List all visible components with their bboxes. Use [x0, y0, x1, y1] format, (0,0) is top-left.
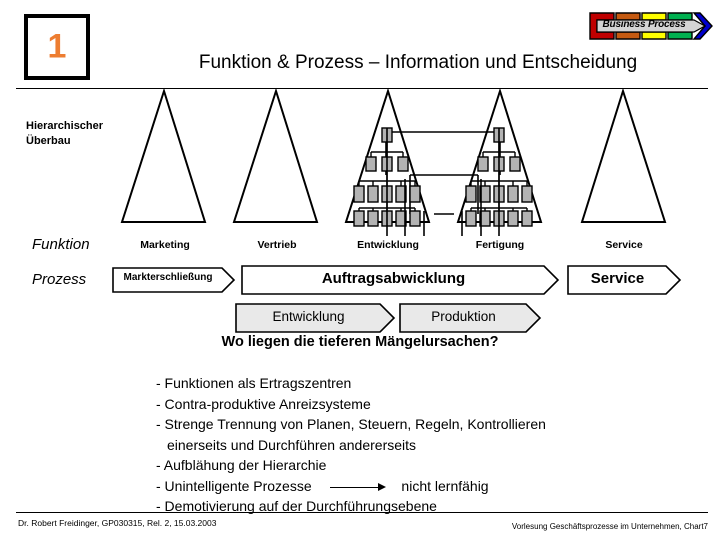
process-label-auftragsabwicklung: Auftragsabwicklung: [321, 270, 466, 287]
list-item: - Strenge Trennung von Planen, Steuern, …: [156, 416, 546, 432]
function-label-entwicklung: Entwicklung: [357, 239, 419, 251]
entwicklung-droplines: [386, 128, 425, 236]
list-item: - Contra-produktive Anreizsysteme: [156, 395, 371, 412]
orgchart-entwicklung-boxes: [353, 127, 421, 227]
hierarchy-connectors: [385, 131, 501, 215]
header-divider: [16, 88, 708, 89]
row-key-funktion: Funktion: [32, 236, 90, 253]
list-item: einerseits und Durchführen andererseits: [167, 436, 417, 453]
function-label-service: Service: [605, 239, 643, 251]
fertigung-droplines: [461, 128, 500, 236]
slide-number: 1: [47, 27, 67, 66]
footer-course: Vorlesung Geschäftsprozesse im Unternehm…: [511, 522, 708, 531]
footer-author: Dr. Robert Freidinger, GP030315, Rel. 2,…: [18, 518, 217, 528]
triangle-entwicklung: [344, 87, 431, 223]
triangle-vertrieb: [232, 87, 319, 223]
logo-label: Business Process: [602, 19, 686, 30]
question-heading: Wo liegen die tieferen Mängelursachen?: [221, 334, 499, 350]
list-item-text: - Unintelligente Prozesse: [156, 477, 312, 494]
orgchart-fertigung: [470, 140, 528, 212]
process-label-produktion: Produktion: [431, 309, 496, 324]
triangle-service: [580, 87, 667, 223]
list-item: - Funktionen als Ertragszentren: [156, 375, 352, 391]
page-title: Funktion & Prozess – Information und Ent…: [198, 52, 638, 73]
orgchart-fertigung-boxes: [465, 127, 533, 227]
function-label-marketing: Marketing: [140, 239, 190, 251]
row-key-prozess: Prozess: [32, 271, 87, 288]
list-item-with-arrow: - Unintelligente Prozesse nicht lernfähi…: [156, 476, 546, 497]
business-process-logo: Business Process: [588, 11, 714, 41]
process-label-markterschliessung: Markterschließung: [123, 272, 213, 283]
hierarchy-label-line1: Hierarchischer: [26, 120, 104, 132]
orgchart-entwicklung: [358, 140, 416, 212]
list-item-consequence: nicht lernfähig: [401, 477, 489, 494]
hierarchy-label-line2: Überbau: [26, 135, 71, 147]
implies-arrow-icon: [316, 481, 398, 493]
process-label-service: Service: [590, 270, 645, 287]
process-label-entwicklung: Entwicklung: [272, 309, 345, 324]
bullet-list: - Funktionen als Ertragszentren - Contra…: [156, 373, 546, 517]
list-item: - Demotivierung auf der Durchführungsebe…: [156, 498, 437, 514]
footer-divider: [16, 512, 708, 513]
slide-number-box: 1: [24, 14, 90, 80]
triangle-fertigung: [456, 87, 543, 223]
triangle-marketing: [120, 87, 207, 223]
function-label-vertrieb: Vertrieb: [257, 239, 297, 251]
slide-canvas: 1 Funktion & Prozess – Information und E…: [0, 0, 720, 540]
hierarchy-overlay-label: Hierarchischer Überbau: [26, 119, 103, 149]
function-label-fertigung: Fertigung: [475, 239, 525, 251]
list-item: - Aufblähung der Hierarchie: [156, 457, 327, 473]
